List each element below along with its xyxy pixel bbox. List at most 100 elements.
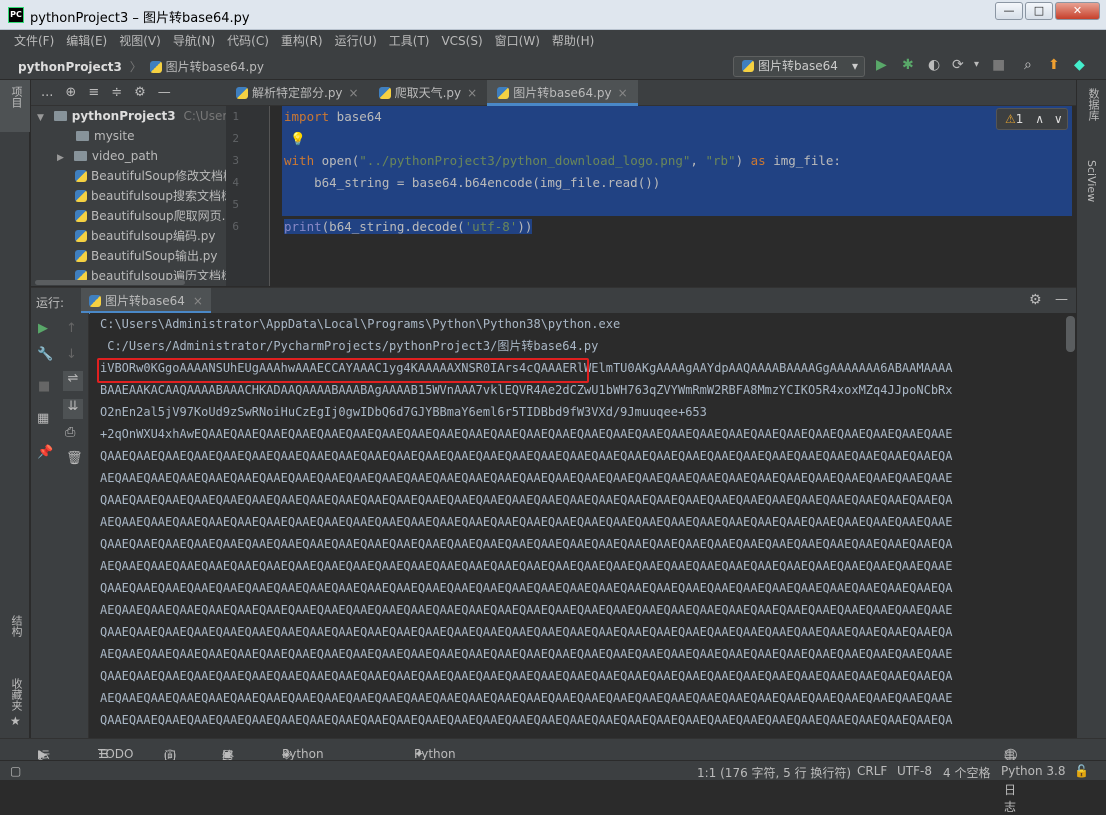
gear-icon[interactable]: ⚙ — [1029, 292, 1042, 308]
maximize-button[interactable]: □ — [1025, 2, 1053, 20]
close-tab-icon[interactable]: × — [467, 86, 477, 100]
code-text: )) — [517, 219, 533, 234]
tab-parse-part[interactable]: 解析特定部分.py × — [226, 80, 369, 106]
menu-navigate[interactable]: 导航(N) — [167, 30, 221, 52]
run-icon[interactable]: ▶ — [876, 57, 887, 73]
breadcrumb-file[interactable]: 图片转base64.py — [166, 60, 264, 74]
jetbrains-toolbox-icon[interactable]: ◆ — [1074, 57, 1085, 73]
close-window-button[interactable]: ✕ — [1055, 2, 1100, 20]
collapse-all-icon[interactable]: ≡ — [88, 85, 99, 100]
scroll-to-end-icon[interactable]: ⇊ — [63, 399, 83, 419]
code-line-2[interactable]: 💡 — [282, 128, 1072, 150]
tab-image-to-base64[interactable]: 图片转base64.py × — [487, 80, 638, 106]
previous-problem-icon[interactable]: ∧ — [1035, 112, 1044, 126]
tab-weather[interactable]: 爬取天气.py × — [369, 80, 488, 106]
file-encoding[interactable]: UTF-8 — [897, 764, 932, 778]
up-arrow-icon[interactable]: ↑ — [66, 321, 77, 337]
search-icon[interactable]: ⌕ — [1024, 57, 1032, 73]
update-icon[interactable]: ⬆ — [1048, 57, 1060, 73]
indent-setting[interactable]: 4 个空格 — [943, 764, 990, 781]
project-view-dropdown[interactable]: ... — [41, 85, 53, 100]
code-line-6[interactable]: print(b64_string.decode('utf-8')) — [282, 216, 1076, 238]
console-line: AEQAAEQAAEQAAEQAAEQAAEQAAEQAAEQAAEQAAEQA… — [100, 559, 953, 573]
console-scrollbar-thumb[interactable] — [1066, 316, 1075, 352]
code-line-3[interactable]: with open("../pythonProject3/python_down… — [282, 150, 1072, 172]
builtin-print: print — [284, 219, 322, 234]
menu-refactor[interactable]: 重构(R) — [275, 30, 329, 52]
breadcrumb: pythonProject3 〉 图片转base64.py — [18, 58, 264, 75]
next-problem-icon[interactable]: ∨ — [1054, 112, 1063, 126]
tree-root[interactable]: ▼ pythonProject3 C:\Users — [31, 106, 226, 126]
more-run-chevron-icon[interactable]: ▾ — [974, 57, 979, 73]
right-tool-strip: 数据库 SciView — [1076, 80, 1106, 738]
close-tab-icon[interactable]: × — [193, 294, 203, 308]
close-tab-icon[interactable]: × — [618, 86, 628, 100]
python-interpreter[interactable]: Python 3.8 — [1001, 764, 1066, 778]
tab-label: 解析特定部分.py — [252, 86, 343, 100]
wrench-icon[interactable]: 🔧 — [37, 347, 53, 363]
favorites-tool-label[interactable]: 收藏夹 — [8, 678, 24, 711]
close-tab-icon[interactable]: × — [349, 86, 359, 100]
run-config-dropdown[interactable]: 图片转base64 ▾ — [733, 56, 865, 77]
tree-item-file[interactable]: BeautifulSoup输出.py — [31, 246, 226, 266]
code-line-1[interactable]: import base64 — [282, 106, 1072, 128]
caret-position[interactable]: 1:1 (176 字符, 5 行 换行符) — [697, 764, 851, 781]
tree-item-file[interactable]: beautifulsoup编码.py — [31, 226, 226, 246]
gear-icon[interactable]: ⚙ — [134, 85, 146, 100]
scrollbar-thumb[interactable] — [35, 280, 185, 285]
menu-help[interactable]: 帮助(H) — [546, 30, 600, 52]
lock-icon[interactable]: 🔓 — [1074, 764, 1089, 778]
code-area[interactable]: import base64 💡 with open("../pythonProj… — [282, 106, 1076, 286]
lightbulb-icon[interactable]: 💡 — [284, 131, 306, 146]
pin-icon[interactable]: 📌 — [37, 445, 53, 461]
tree-item-file[interactable]: BeautifulSoup修改文档树 — [31, 166, 226, 186]
menu-vcs[interactable]: VCS(S) — [435, 30, 488, 52]
menu-code[interactable]: 代码(C) — [221, 30, 275, 52]
database-tool-label[interactable]: 数据库 — [1085, 88, 1101, 121]
coverage-icon[interactable]: ◐ — [928, 57, 940, 73]
inspection-widget[interactable]: ⚠1 ∧ ∨ — [996, 108, 1068, 130]
hide-panel-icon[interactable]: — — [1055, 292, 1068, 307]
project-horizontal-scrollbar[interactable] — [31, 280, 226, 286]
debug-icon[interactable]: ✱ — [902, 57, 914, 73]
stop-icon[interactable]: ■ — [38, 379, 50, 395]
console-line: QAAEQAAEQAAEQAAEQAAEQAAEQAAEQAAEQAAEQAAE… — [100, 449, 953, 463]
code-line-4[interactable]: b64_string = base64.b64encode(img_file.r… — [282, 172, 1072, 194]
project-tool-button[interactable]: 项目 — [0, 80, 30, 132]
minimize-button[interactable]: — — [995, 2, 1023, 20]
menu-run[interactable]: 运行(U) — [329, 30, 383, 52]
layout-icon[interactable]: ▦ — [37, 411, 49, 427]
menu-tools[interactable]: 工具(T) — [383, 30, 436, 52]
rerun-icon[interactable]: ▶ — [38, 321, 48, 337]
soft-wrap-icon[interactable]: ⇌ — [63, 371, 83, 391]
python-file-icon — [236, 87, 248, 99]
line-separator[interactable]: CRLF — [857, 764, 887, 778]
breadcrumb-project[interactable]: pythonProject3 — [18, 60, 122, 74]
line-number: 5 — [232, 198, 239, 211]
down-arrow-icon[interactable]: ↓ — [66, 347, 77, 363]
locate-file-icon[interactable]: ⊕ — [65, 85, 76, 100]
menu-view[interactable]: 视图(V) — [113, 30, 167, 52]
hide-panel-icon[interactable]: — — [158, 85, 171, 100]
menu-window[interactable]: 窗口(W) — [489, 30, 546, 52]
python-file-icon — [75, 210, 87, 222]
run-tab-image-to-base64[interactable]: 图片转base64 × — [81, 288, 211, 314]
expand-all-icon[interactable]: ≑ — [111, 85, 122, 100]
run-panel-header: 运行: 图片转base64 × ⚙ — — [31, 287, 1076, 314]
print-icon[interactable]: ⎙ — [65, 425, 75, 441]
sciview-tool-label[interactable]: SciView — [1085, 160, 1098, 202]
structure-tool-label[interactable]: 结构 — [8, 615, 24, 637]
trash-icon[interactable]: 🗑 — [66, 451, 83, 467]
menu-file[interactable]: 文件(F) — [8, 30, 60, 52]
menu-edit[interactable]: 编辑(E) — [60, 30, 113, 52]
tree-item-file[interactable]: beautifulsoup搜索文档树 — [31, 186, 226, 206]
code-line-5[interactable] — [282, 194, 1072, 216]
window-title: pythonProject3 – 图片转base64.py — [30, 11, 250, 26]
profile-icon[interactable]: ⟳ — [952, 57, 964, 73]
stop-icon[interactable]: ■ — [992, 57, 1005, 73]
layout-toggle-icon[interactable]: ▢ — [10, 764, 21, 778]
tree-item-video-path[interactable]: ▶ video_path — [31, 146, 226, 166]
tree-item-file[interactable]: Beautifulsoup爬取网页.py — [31, 206, 226, 226]
tree-item-label: beautifulsoup编码.py — [91, 229, 216, 243]
tree-item-mysite[interactable]: mysite — [31, 126, 226, 146]
